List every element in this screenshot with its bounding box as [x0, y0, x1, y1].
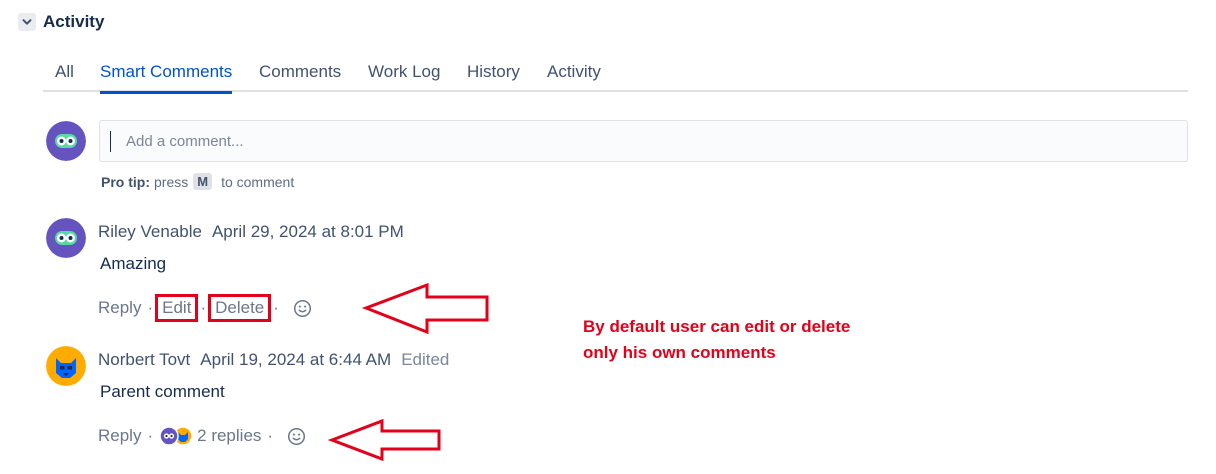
fox-avatar-icon: [46, 346, 86, 386]
reply-avatars-icon: [159, 426, 193, 446]
current-user-avatar: [46, 121, 86, 161]
section-title: Activity: [43, 12, 105, 31]
comment-header: Norbert Tovt April 19, 2024 at 6:44 AM Edi…: [98, 350, 449, 370]
annotation-text: By default user can edit or delete only …: [583, 314, 850, 366]
reply-link[interactable]: Reply: [98, 426, 141, 446]
comment-header: Riley Venable April 29, 2024 at 8:01 PM: [98, 222, 414, 242]
annotation-line-1: By default user can edit or delete: [583, 317, 851, 336]
separator-dot: ·: [273, 298, 279, 317]
comment-author[interactable]: Norbert Tovt: [98, 350, 190, 369]
comment-timestamp[interactable]: April 29, 2024 at 8:01 PM: [212, 222, 404, 241]
emoji-reaction-icon[interactable]: [287, 427, 306, 446]
activity-section-header[interactable]: Activity: [18, 12, 104, 32]
activity-tabs: All Smart Comments Comments Work Log His…: [43, 62, 1188, 94]
separator-dot: ·: [147, 426, 154, 445]
comment-author-avatar[interactable]: [46, 346, 86, 386]
pro-tip: Pro tip: press M to comment: [101, 173, 294, 190]
chevron-down-icon[interactable]: [18, 13, 36, 31]
reply-link[interactable]: Reply: [98, 298, 141, 318]
owl-avatar-icon: [46, 218, 86, 258]
separator-dot: ·: [267, 426, 274, 445]
edited-label: Edited: [401, 350, 450, 369]
replies-avatars[interactable]: [159, 426, 193, 446]
edit-link[interactable]: Edit: [155, 294, 199, 322]
tab-work-log[interactable]: Work Log: [368, 62, 440, 92]
comment-body: Parent comment: [100, 382, 225, 401]
replies-link[interactable]: 2 replies: [197, 426, 261, 446]
add-comment-box[interactable]: [99, 120, 1188, 162]
separator-dot: ·: [147, 298, 154, 317]
delete-link[interactable]: Delete: [208, 294, 272, 322]
annotation-arrow-icon: [362, 282, 489, 334]
pro-tip-press: press: [154, 173, 189, 190]
shortcut-key: M: [193, 173, 213, 190]
comment-author[interactable]: Riley Venable: [98, 222, 202, 241]
tab-all[interactable]: All: [55, 62, 74, 92]
comment-body: Amazing: [100, 254, 167, 273]
emoji-reaction-icon[interactable]: [293, 299, 312, 318]
comment-timestamp[interactable]: April 19, 2024 at 6:44 AM: [200, 350, 391, 369]
tab-activity[interactable]: Activity: [547, 62, 601, 92]
separator-dot: ·: [200, 298, 207, 317]
annotation-line-2: only his own comments: [583, 343, 776, 362]
owl-avatar-icon: [46, 121, 86, 161]
tab-smart-comments[interactable]: Smart Comments: [100, 62, 233, 94]
comment-actions: Reply · 2 replies ·: [98, 426, 306, 446]
add-comment-input[interactable]: [126, 121, 1176, 161]
pro-tip-label: Pro tip:: [101, 173, 150, 190]
annotation-arrow-icon: [328, 418, 441, 462]
tab-comments[interactable]: Comments: [259, 62, 341, 92]
tab-history[interactable]: History: [467, 62, 520, 92]
text-caret: [110, 131, 111, 152]
comment-actions: Reply · Edit · Delete ·: [98, 294, 312, 322]
pro-tip-suffix: to comment: [221, 173, 295, 190]
comment-author-avatar[interactable]: [46, 218, 86, 258]
